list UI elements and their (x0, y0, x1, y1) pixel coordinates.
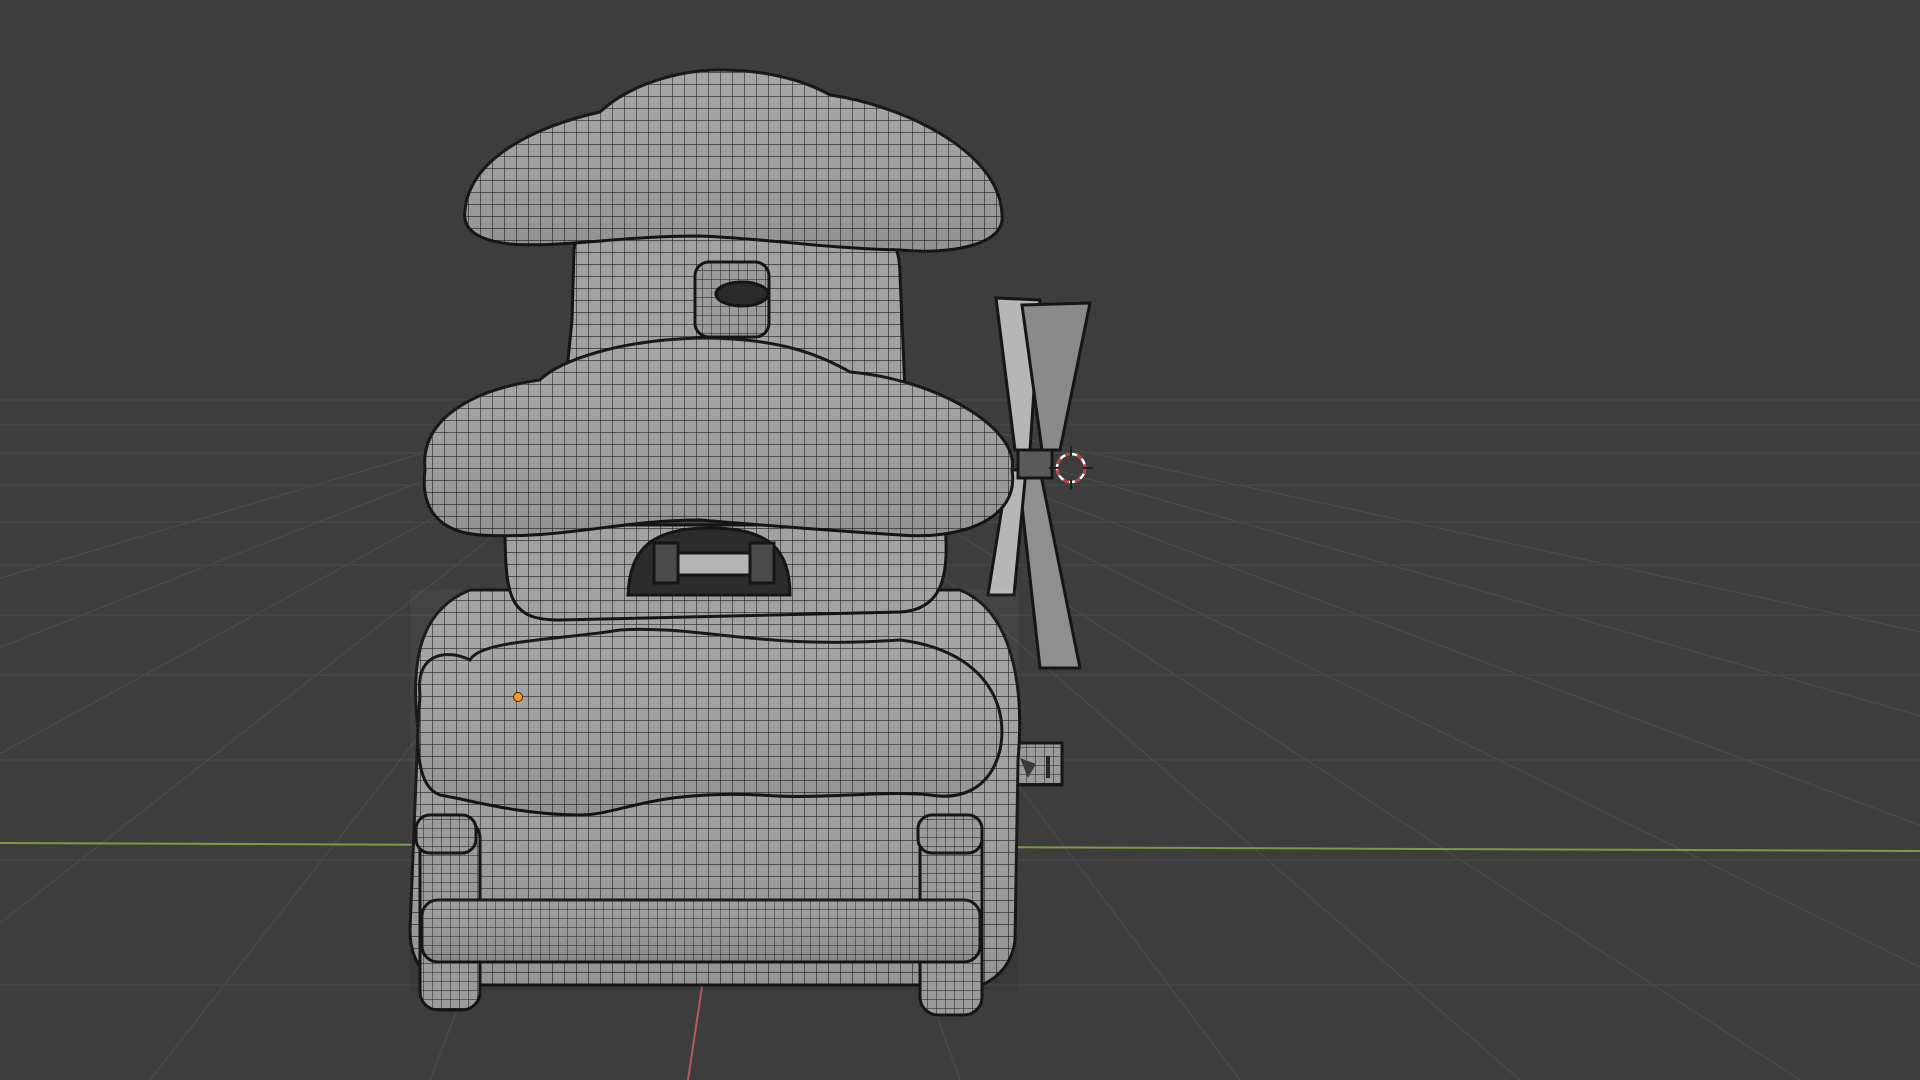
right-post-cap[interactable] (916, 813, 984, 855)
left-post-cap[interactable] (414, 813, 478, 855)
viewport-canvas[interactable] (0, 0, 1920, 1080)
selected-vertex-icon[interactable] (513, 692, 523, 702)
tower-window[interactable] (693, 260, 771, 339)
3d-viewport[interactable] (0, 0, 1920, 1080)
